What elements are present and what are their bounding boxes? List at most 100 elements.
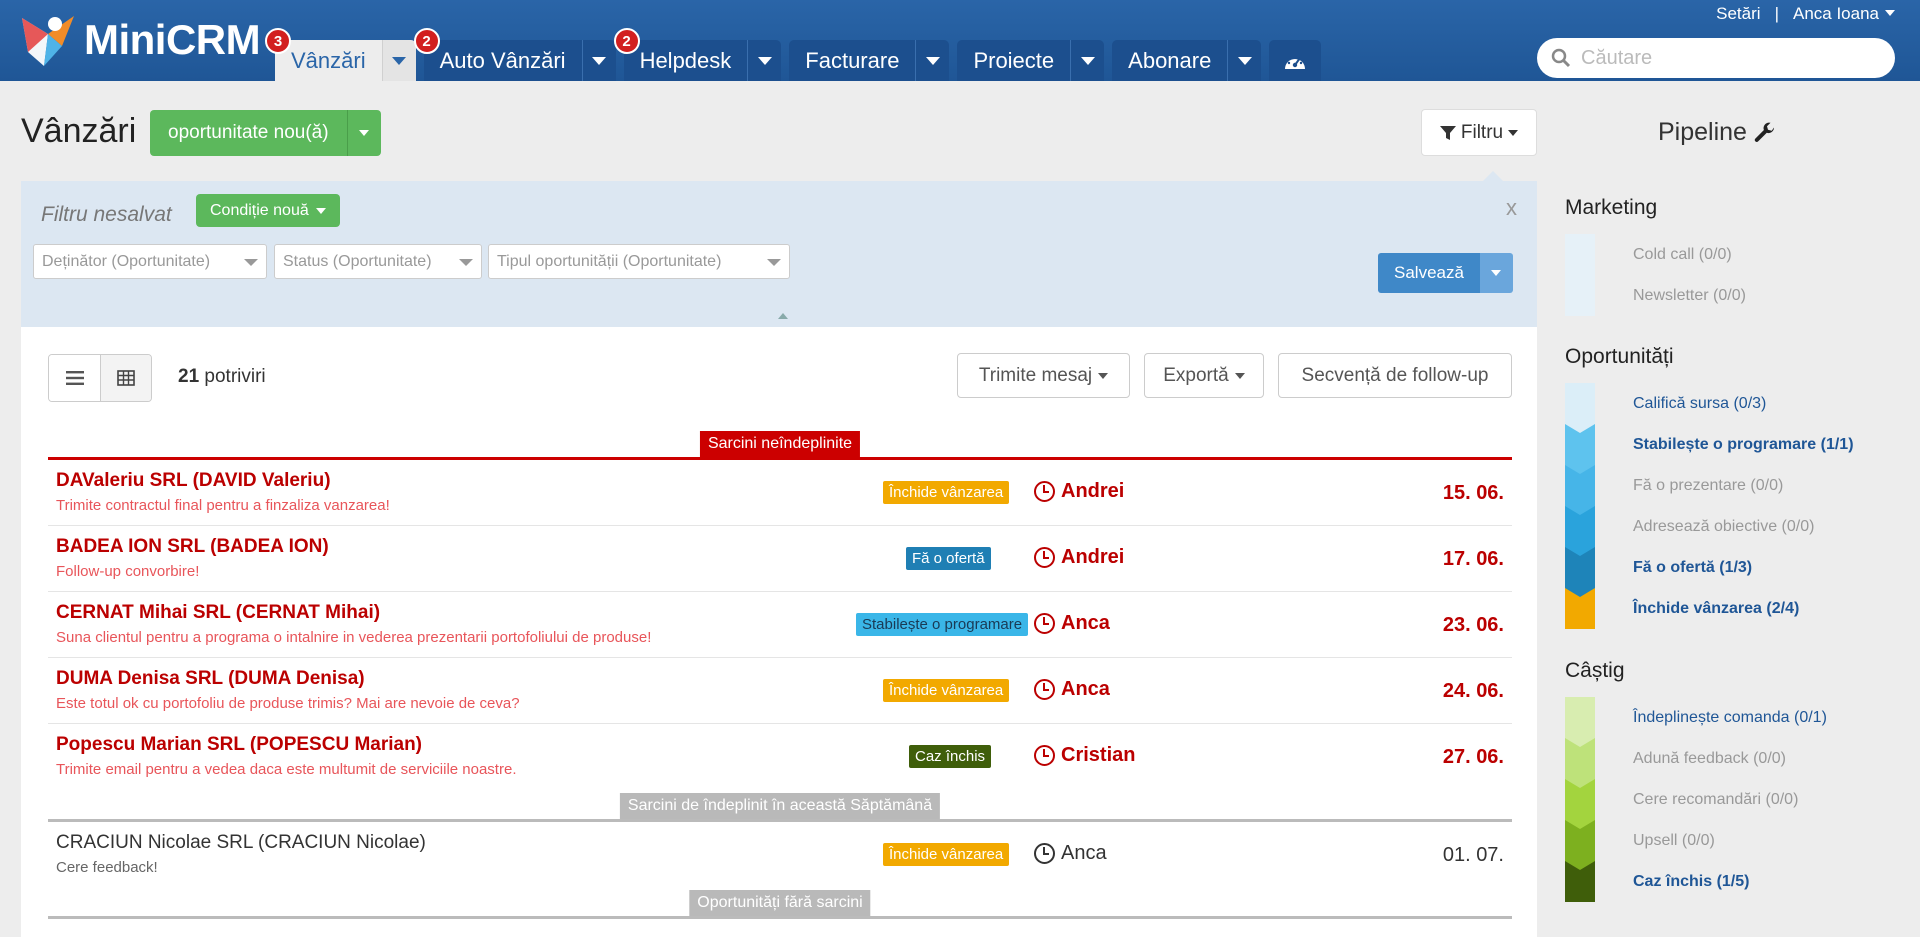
chevron-down-icon [315,207,326,214]
status-select[interactable]: Status (Oportunitate) [274,244,482,279]
tab-dropdown-toggle[interactable] [581,40,616,81]
clock-icon [1034,843,1055,864]
tab-helpdesk[interactable]: Helpdesk 2 [613,28,782,81]
new-opportunity-dropdown[interactable] [346,110,381,156]
pipeline-stage[interactable]: Adresează obiective (0/0) [1565,506,1895,556]
table-row[interactable]: CRACIUN Nicolae SRL (CRACIUN Nicolae) Ce… [48,822,1512,888]
task-owner: Cristian [1034,744,1135,767]
opportunity-type-select[interactable]: Tipul oportunității (Oportunitate) [488,244,790,279]
stage-badge[interactable]: Caz închis [909,745,992,768]
section-label: Oportunități fără sarcini [689,890,871,916]
tab-vanzari[interactable]: Vânzări 3 [265,28,416,81]
tab-abonare[interactable]: Abonare [1112,40,1262,81]
follow-up-sequence-button[interactable]: Secvență de follow-up [1278,353,1512,398]
opportunity-name[interactable]: CERNAT Mihai SRL (CERNAT Mihai) [56,602,380,624]
owner-name: Anca [1061,612,1110,634]
top-navigation-bar: MiniCRM Vânzări 3 Auto Vânzări 2 Helpdes… [0,0,1920,81]
tab-auto-vanzari[interactable]: Auto Vânzări 2 [413,28,616,81]
close-filter-button[interactable]: x [1506,195,1517,221]
pipeline-stage[interactable]: Fă o ofertă (1/3) [1565,547,1895,597]
pipeline-title[interactable]: Pipeline [1658,118,1777,147]
settings-link[interactable]: Setări [1716,4,1760,24]
dashboard-gauge-icon[interactable] [1269,40,1322,81]
save-filter-dropdown[interactable] [1479,253,1513,293]
task-owner: Andrei [1034,480,1124,503]
table-row[interactable]: Popescu Marian SRL (POPESCU Marian) Trim… [48,724,1512,790]
tab-proiecte[interactable]: Proiecte [957,40,1105,81]
tab-dropdown-toggle[interactable] [1227,40,1262,81]
search-box[interactable] [1537,38,1895,78]
table-row[interactable]: BADEA ION SRL (BADEA ION) Follow-up conv… [48,526,1512,592]
tab-label[interactable]: Vânzări [275,40,382,81]
pipeline-stage[interactable]: Caz închis (1/5) [1565,861,1895,902]
collapse-filter-icon[interactable] [778,313,788,319]
save-filter-button[interactable]: Salvează [1378,253,1480,293]
user-menu[interactable]: Anca Ioana [1793,4,1895,24]
top-links: Setări | Anca Ioana [1716,4,1895,24]
section-header-overdue: Sarcini neîndeplinite [48,430,1512,460]
pipeline-stage[interactable]: Califică sursa (0/3) [1565,383,1895,433]
due-date: 27. 06. [1442,746,1504,768]
app-logo[interactable]: MiniCRM [18,12,261,68]
new-opportunity-button[interactable]: oportunitate nou(ă) [150,110,347,156]
table-row[interactable]: CERNAT Mihai SRL (CERNAT Mihai) Suna cli… [48,592,1512,658]
stage-badge[interactable]: Închide vânzarea [883,679,1010,702]
logo-icon [18,12,76,68]
section-label: Sarcini neîndeplinite [699,431,861,457]
send-message-label: Trimite mesaj [978,364,1093,386]
pipeline-stage[interactable]: Cere recomandări (0/0) [1565,779,1895,829]
notification-badge: 2 [613,28,640,54]
task-description: Este totul ok cu portofoliu de produse t… [56,695,520,712]
section-header-no-tasks: Oportunități fără sarcini [48,889,1512,919]
stage-label: Caz închis (1/5) [1633,872,1750,890]
stage-badge[interactable]: Închide vânzarea [883,481,1010,504]
tab-label[interactable]: Helpdesk [623,40,748,81]
send-message-button[interactable]: Trimite mesaj [957,353,1130,398]
pipeline-stage[interactable]: Upsell (0/0) [1565,820,1895,870]
stage-badge[interactable]: Fă o ofertă [906,547,991,570]
stage-badge[interactable]: Stabilește o programare [856,613,1029,636]
filter-button[interactable]: Filtru [1421,109,1537,156]
opportunity-name[interactable]: BADEA ION SRL (BADEA ION) [56,536,329,558]
tab-label[interactable]: Abonare [1112,40,1228,81]
tab-dropdown-toggle[interactable] [915,40,950,81]
export-button[interactable]: Exportă [1144,353,1264,398]
new-opportunity-button-group: oportunitate nou(ă) [150,110,381,156]
opportunity-name[interactable]: DUMA Denisa SRL (DUMA Denisa) [56,668,365,690]
chevron-down-icon [459,259,473,266]
list-view-button[interactable] [49,355,100,401]
add-condition-button[interactable]: Condiție nouă [196,194,340,227]
pipeline-stage[interactable]: Fă o prezentare (0/0) [1565,465,1895,515]
pipeline-stage[interactable]: Îndeplinește comanda (0/1) [1565,697,1895,747]
opportunity-name[interactable]: CRACIUN Nicolae SRL (CRACIUN Nicolae) [56,832,426,854]
tab-dropdown-toggle[interactable] [1070,40,1105,81]
task-owner: Andrei [1034,546,1124,569]
tab-label[interactable]: Auto Vânzări [423,40,582,81]
chevron-down-icon [1885,10,1895,16]
pipeline-stage[interactable]: Închide vânzarea (2/4) [1565,588,1895,629]
task-description: Follow-up convorbire! [56,563,200,580]
pipeline-stage[interactable]: Cold call (0/0) [1565,234,1895,284]
table-row[interactable]: DUMA Denisa SRL (DUMA Denisa) Este totul… [48,658,1512,724]
tab-label[interactable]: Facturare [789,40,916,81]
tab-dropdown-toggle[interactable] [381,40,416,81]
stage-badge[interactable]: Închide vânzarea [883,843,1010,866]
section-header-this-week: Sarcini de îndeplinit în această Săptămâ… [48,792,1512,822]
tab-dropdown-toggle[interactable] [747,40,782,81]
due-date: 23. 06. [1442,614,1504,636]
table-view-button[interactable] [100,355,151,401]
search-input[interactable] [1581,46,1881,70]
pipeline-group-won: Câștig [1565,659,1625,682]
owner-select[interactable]: Deținător (Oportunitate) [33,244,267,279]
owner-name: Anca [1061,842,1107,864]
stage-label: Închide vânzarea (2/4) [1633,599,1800,617]
opportunity-name[interactable]: Popescu Marian SRL (POPESCU Marian) [56,734,422,756]
tab-facturare[interactable]: Facturare [789,40,950,81]
pipeline-stage[interactable]: Newsletter (0/0) [1565,275,1895,316]
pipeline-stage[interactable]: Stabilește o programare (1/1) [1565,424,1895,474]
pipeline-stage[interactable]: Adună feedback (0/0) [1565,738,1895,788]
table-row[interactable]: DAValeriu SRL (DAVID Valeriu) Trimite co… [48,460,1512,526]
opportunity-name[interactable]: DAValeriu SRL (DAVID Valeriu) [56,470,331,492]
chevron-down-icon [244,259,258,266]
tab-label[interactable]: Proiecte [957,40,1071,81]
